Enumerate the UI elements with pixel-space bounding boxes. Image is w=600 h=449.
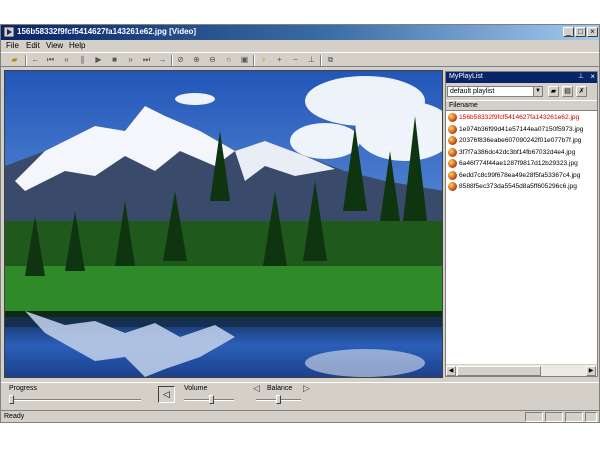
next-icon[interactable]: → [157,55,168,65]
app-window: 156b58332f9fcf5414627fa143261e62.jpg [Vi… [0,24,600,423]
balance-left-speaker-icon: ◁ [253,383,260,393]
progress-knob[interactable] [9,395,14,404]
menu-file[interactable]: File [6,41,19,50]
pause-icon[interactable]: ∥ [77,55,88,65]
media-file-icon [448,124,457,134]
horizontal-scrollbar[interactable]: ◀ ▶ [446,364,597,376]
fast-forward-icon[interactable]: » [125,55,136,65]
playlist-item[interactable]: 1e974b36f99d41e57144ea07150f5973.jpg [446,124,597,136]
clear-playlist-icon[interactable]: ✗ [576,86,587,97]
playlist-item-name: 8588f5ec373da5545d8a5ff605296c6.jpg [459,183,577,190]
media-file-icon [448,159,457,168]
playlist-item-name: 20376f836eabe607090242f01e077b7f.jpg [459,137,582,144]
playlist-column-header[interactable]: Filename [446,101,597,111]
fullscreen-icon[interactable]: ▣ [239,55,250,65]
rewind-start-icon[interactable]: ⏮ [45,55,56,65]
maximize-button[interactable]: □ [575,27,586,37]
toolbar-separator [320,55,322,66]
control-panel: Progress ◁ Volume ◁ Balance ▷ [1,382,599,409]
status-text: Ready [4,413,25,420]
status-bar: Ready [1,410,599,422]
add-icon[interactable]: + [274,55,285,65]
balance-label: Balance [267,385,293,392]
status-panel [565,412,583,422]
zoom-in-icon[interactable]: ⊕ [191,55,202,65]
rewind-icon[interactable]: « [61,55,72,65]
playlist-item-name: 6edd7c8c99f678ea49e28f5fa53367c4.jpg [459,171,581,179]
video-viewport[interactable] [4,70,443,378]
playlist-items: 156b58332f9fcf5414627fa143261e62.jpg 1e97… [446,112,597,193]
volume-label: Volume [184,385,208,392]
balance-knob[interactable] [276,395,281,404]
playlist-close-icon[interactable]: × [590,72,595,81]
playlist-item[interactable]: 20376f836eabe607090242f01e077b7f.jpg [446,135,597,147]
playlist-item[interactable]: 8588f5ec373da5545d8a5ff605296c6.jpg [446,181,597,193]
zoom-out-icon[interactable]: ⊖ [207,55,218,65]
playlist-title-bar[interactable]: MyPlayList ⊥ × [446,72,597,83]
scroll-left-icon[interactable]: ◀ [446,366,456,376]
open-playlist-icon[interactable]: ▰ [548,86,559,97]
playlist-item[interactable]: 156b58332f9fcf5414627fa143261e62.jpg [446,112,597,124]
playlist-item[interactable]: 6edd7c8c99f678ea49e28f5fa53367c4.jpg [446,170,597,182]
zoom-fit-icon[interactable]: ⊘ [175,55,186,65]
close-button[interactable]: × [587,27,598,37]
media-file-icon [448,182,457,191]
title-bar[interactable]: 156b58332f9fcf5414627fa143261e62.jpg [Vi… [1,25,599,40]
playlist-item-name: 6a46f774f44ae1287f9817d12b29323.jpg [459,160,578,167]
scroll-thumb[interactable] [457,366,541,376]
zoom-reset-icon[interactable]: ○ [223,55,234,65]
open-folder-icon[interactable]: ▰ [9,55,20,65]
scroll-right-icon[interactable]: ▶ [586,366,596,376]
prev-icon[interactable]: ← [30,55,41,65]
mute-button[interactable]: ◁ [158,386,175,403]
progress-label: Progress [9,385,38,392]
playlist-panel: MyPlayList ⊥ × default playlist ▼ ▰ ▤ ✗ … [445,71,598,377]
chevron-down-icon[interactable]: ▼ [533,87,542,96]
playlist-title: MyPlayList [449,73,483,80]
playlist-toolbar: default playlist ▼ ▰ ▤ ✗ [446,83,597,100]
next-frame-icon[interactable]: ⏭ [141,55,152,65]
media-file-icon [448,170,457,180]
progress-slider[interactable] [9,399,141,401]
pin-icon[interactable]: ⊥ [578,72,584,80]
toolbar-separator [25,55,27,66]
media-file-icon [448,147,457,157]
playlist-select[interactable]: default playlist ▼ [447,86,543,97]
filename-header: Filename [449,102,478,109]
playlist-item[interactable]: 3f7f7a386dc42dc3bf14fb67032d4e4.jpg [446,147,597,159]
status-panel [545,412,563,422]
toolbar: ▰ ← ⏮ « ∥ ▶ ■ » ⏭ → ⊘ ⊕ ⊖ ○ ▣ ♀ + − ⊥ ⧉ [1,52,599,67]
resize-grip[interactable] [585,412,597,422]
toolbar-separator [171,55,173,66]
volume-knob[interactable] [208,395,214,404]
media-file-icon [448,136,457,145]
remove-icon[interactable]: − [290,55,301,65]
play-icon[interactable]: ▶ [93,55,104,65]
menu-bar: File Edit View Help [1,40,599,51]
move-down-icon[interactable]: ⊥ [306,55,317,65]
info-icon[interactable]: ♀ [258,55,269,65]
balance-right-speaker-icon: ▷ [303,383,310,393]
playlist-item-name: 156b58332f9fcf5414627fa143261e62.jpg [459,114,580,121]
landscape-image [5,71,442,377]
speaker-icon: ◁ [163,389,170,399]
playlist-item-name: 1e974b36f99d41e57144ea07150f5973.jpg [459,125,584,133]
snapshot-icon[interactable]: ⧉ [325,55,336,65]
window-title: 156b58332f9fcf5414627fa143261e62.jpg [Vi… [17,27,197,36]
playlist-item-name: 3f7f7a386dc42dc3bf14fb67032d4e4.jpg [459,148,576,156]
app-icon [4,27,14,37]
playlist-select-value: default playlist [450,88,495,95]
save-playlist-icon[interactable]: ▤ [562,86,573,97]
menu-edit[interactable]: Edit [26,41,40,50]
status-panel [525,412,543,422]
stop-icon[interactable]: ■ [109,55,120,65]
playlist-item[interactable]: 6a46f774f44ae1287f9817d12b29323.jpg [446,158,597,170]
menu-help[interactable]: Help [69,41,85,50]
minimize-button[interactable]: _ [563,27,574,37]
menu-view[interactable]: View [46,41,63,50]
media-file-icon [448,113,457,122]
toolbar-separator [253,55,255,66]
